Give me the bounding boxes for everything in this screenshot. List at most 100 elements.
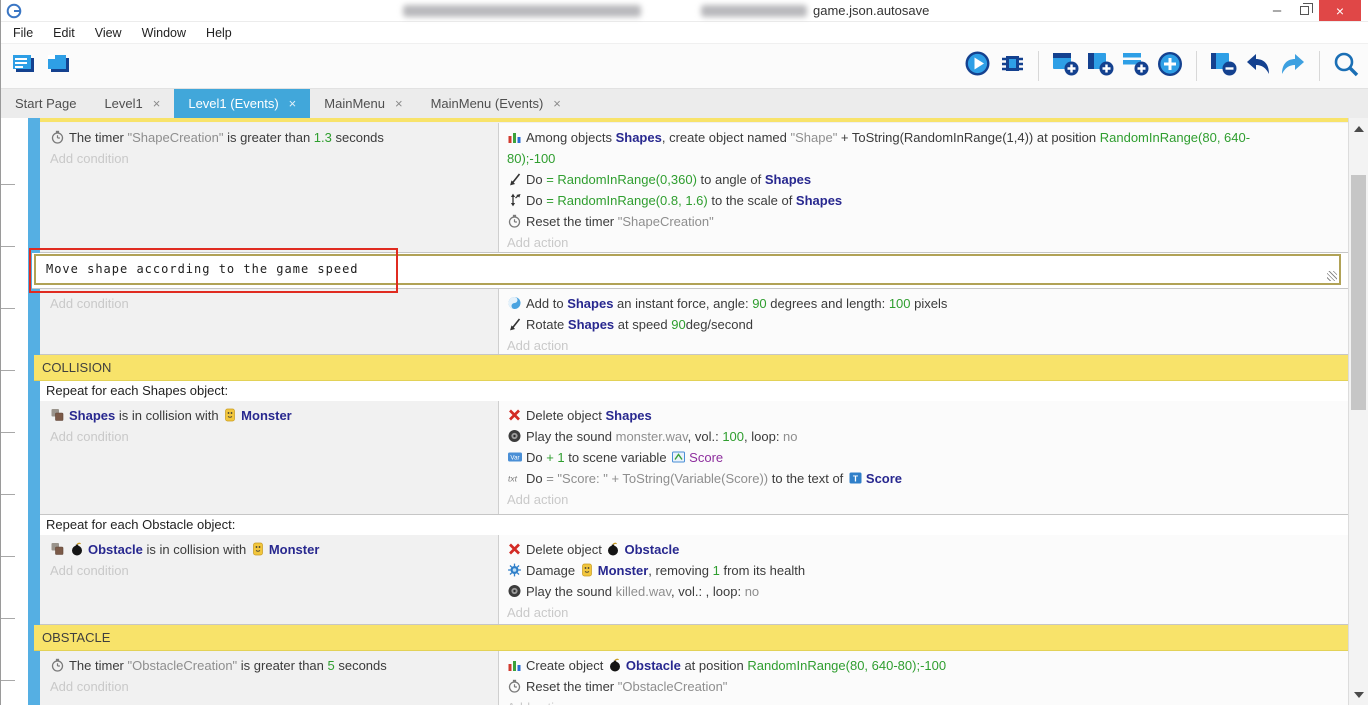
action-line[interactable]: Delete object Obstacle: [507, 539, 1308, 560]
action-line[interactable]: Do = RandomInRange(0.8, 1.6) to the scal…: [507, 190, 1308, 211]
add-action-placeholder[interactable]: Add action: [507, 335, 1308, 355]
tab-level1-events[interactable]: Level1 (Events)×: [174, 89, 310, 118]
actions-column: Add to Shapes an instant force, angle: 9…: [499, 289, 1348, 354]
action-line[interactable]: Create object Obstacle at position Rando…: [507, 655, 1308, 676]
tab-level1[interactable]: Level1×: [90, 89, 174, 118]
redo-button[interactable]: [1279, 52, 1307, 80]
angle-icon: [507, 172, 522, 186]
project-manager-button[interactable]: [9, 52, 37, 80]
text-segment: Rotate: [526, 317, 568, 332]
add-action-placeholder[interactable]: Add action: [507, 489, 1308, 510]
condition-line[interactable]: The timer "ShapeCreation" is greater tha…: [50, 127, 492, 148]
repeat-header[interactable]: Repeat for each Obstacle object:: [40, 515, 1348, 535]
action-line[interactable]: Rotate Shapes at speed 90deg/second: [507, 314, 1308, 335]
action-line[interactable]: Add to Shapes an instant force, angle: 9…: [507, 293, 1308, 314]
resize-handle-icon[interactable]: [1327, 271, 1337, 281]
text-segment: Monster: [241, 408, 292, 423]
scene-editor-button[interactable]: [44, 52, 72, 80]
condition-line[interactable]: Shapes is in collision with Monster: [50, 405, 492, 426]
add-event-button[interactable]: [1051, 52, 1079, 80]
tab-close-icon[interactable]: ×: [553, 96, 561, 111]
remove-event-button[interactable]: [1209, 52, 1237, 80]
menu-file[interactable]: File: [3, 22, 43, 44]
add-condition-placeholder[interactable]: Add condition: [50, 426, 492, 447]
add-condition-placeholder[interactable]: Add condition: [50, 293, 492, 314]
text-segment: at speed: [614, 317, 671, 332]
tab-close-icon[interactable]: ×: [395, 96, 403, 111]
svg-text:txt: txt: [508, 474, 518, 484]
variable-icon: Var: [507, 450, 522, 464]
text-segment: killed.wav: [616, 584, 671, 599]
undo-button[interactable]: [1244, 52, 1272, 80]
text-segment: "ShapeCreation": [128, 130, 224, 145]
add-circle-button[interactable]: [1156, 52, 1184, 80]
add-condition-placeholder[interactable]: Add condition: [50, 676, 492, 697]
text-segment: Play the sound: [526, 429, 616, 444]
group-obstacle[interactable]: OBSTACLE: [34, 625, 1348, 651]
add-action-placeholder[interactable]: Add action: [507, 232, 1308, 253]
title-bar: game.json.autosave – ×: [1, 0, 1368, 22]
rotate-icon: [507, 317, 522, 331]
add-action-placeholder[interactable]: Add action: [507, 697, 1308, 705]
vertical-scrollbar[interactable]: [1348, 118, 1368, 705]
tab-close-icon[interactable]: ×: [289, 96, 297, 111]
close-button[interactable]: ×: [1319, 0, 1361, 21]
add-action-placeholder[interactable]: Add action: [507, 602, 1308, 623]
menu-view[interactable]: View: [85, 22, 132, 44]
debug-button[interactable]: [998, 52, 1026, 80]
add-comment-event-button[interactable]: [1121, 52, 1149, 80]
text-segment: Score: [689, 450, 723, 465]
text-segment: Shapes: [616, 130, 662, 145]
text-segment: is greater than: [237, 658, 327, 673]
text-segment: Shapes: [568, 317, 614, 332]
action-line[interactable]: txtDo = "Score: " + ToString(Variable(Sc…: [507, 468, 1308, 489]
create-object-icon: [507, 130, 522, 144]
action-line[interactable]: Delete object Shapes: [507, 405, 1308, 426]
action-line[interactable]: Play the sound monster.wav, vol.: 100, l…: [507, 426, 1308, 447]
action-line[interactable]: VarDo + 1 to scene variable Score: [507, 447, 1308, 468]
monster-icon: [580, 563, 595, 577]
action-line[interactable]: Reset the timer "ObstacleCreation": [507, 676, 1308, 697]
scroll-thumb[interactable]: [1351, 175, 1366, 410]
add-condition-placeholder[interactable]: Add condition: [50, 148, 492, 169]
tab-close-icon[interactable]: ×: [153, 96, 161, 111]
group-collision[interactable]: COLLISION: [34, 355, 1348, 381]
action-line[interactable]: Reset the timer "ShapeCreation": [507, 211, 1308, 232]
text-segment: Obstacle: [88, 542, 143, 557]
text-segment: + ToString(RandomInRange(1,4)) at positi…: [837, 130, 1099, 145]
add-condition-placeholder[interactable]: Add condition: [50, 560, 492, 581]
scroll-down-arrow[interactable]: [1349, 686, 1368, 703]
condition-line[interactable]: The timer "ObstacleCreation" is greater …: [50, 655, 492, 676]
obstacle-icon: [70, 542, 85, 556]
condition-line[interactable]: Obstacle is in collision with Monster: [50, 539, 492, 560]
tab-mainmenu[interactable]: MainMenu×: [310, 89, 416, 118]
text-segment: no: [745, 584, 759, 599]
repeat-header[interactable]: Repeat for each Shapes object:: [40, 381, 1348, 401]
text-segment: Among objects: [526, 130, 616, 145]
add-subevent-button[interactable]: [1086, 52, 1114, 80]
menu-help[interactable]: Help: [196, 22, 242, 44]
minimize-button[interactable]: –: [1263, 0, 1291, 21]
menu-window[interactable]: Window: [132, 22, 196, 44]
ruler-tick: [1, 308, 15, 309]
action-line[interactable]: Among objects Shapes, create object name…: [507, 127, 1308, 169]
app-logo-icon: [6, 3, 22, 19]
remove-event-icon: [1209, 49, 1238, 83]
action-line[interactable]: Damage Monster, removing 1 from its heal…: [507, 560, 1308, 581]
restore-button[interactable]: [1291, 0, 1317, 21]
menu-edit[interactable]: Edit: [43, 22, 85, 44]
timer-icon: [507, 679, 522, 693]
scroll-up-arrow[interactable]: [1349, 120, 1368, 137]
text-segment: Obstacle: [624, 542, 679, 557]
play-icon: [964, 50, 991, 82]
ruler-tick: [1, 680, 15, 681]
text-segment: , vol.:: [688, 429, 723, 444]
monster-icon: [251, 542, 266, 556]
action-line[interactable]: Do = RandomInRange(0,360) to angle of Sh…: [507, 169, 1308, 190]
action-line[interactable]: Play the sound killed.wav, vol.: , loop:…: [507, 581, 1308, 602]
tab-start-page[interactable]: Start Page: [1, 89, 90, 118]
event-shape-movement: Add condition Add to Shapes an instant fo…: [40, 289, 1348, 355]
play-button[interactable]: [963, 52, 991, 80]
search-button[interactable]: [1332, 52, 1360, 80]
tab-mainmenu-events[interactable]: MainMenu (Events)×: [417, 89, 575, 118]
